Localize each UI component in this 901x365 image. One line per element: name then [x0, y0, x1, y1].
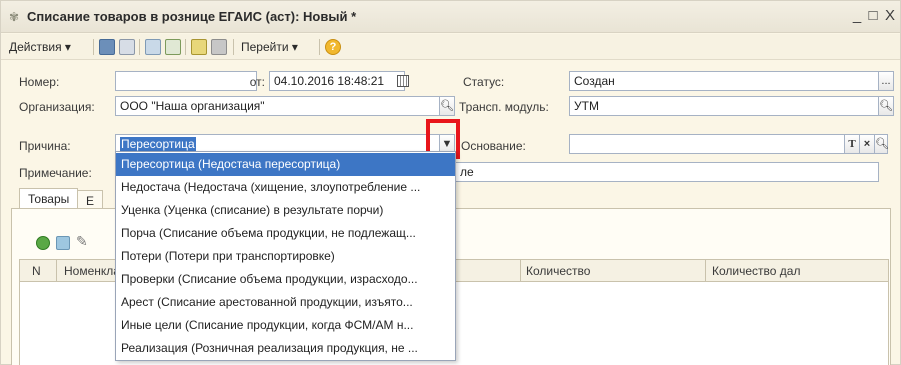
actions-label: Действия — [9, 40, 62, 54]
dropdown-option[interactable]: Арест (Списание арестованной продукции, … — [116, 291, 455, 314]
column-divider — [56, 260, 57, 282]
dropdown-option[interactable]: Недостача (Недостача (хищение, злоупотре… — [116, 176, 455, 199]
goto-menu[interactable]: Перейти ▾ — [241, 38, 298, 56]
chevron-down-icon: ▾ — [291, 40, 298, 54]
status-select-button[interactable]: ... — [878, 71, 894, 91]
transport-module-field[interactable]: УТМ — [569, 96, 879, 116]
edit-row-icon[interactable]: ✎ — [76, 233, 88, 250]
dropdown-option[interactable]: Проверки (Списание объема продукции, изр… — [116, 268, 455, 291]
organization-label: Организация: — [19, 100, 95, 114]
search-icon: 🔍︎ — [879, 100, 893, 112]
goto-label: Перейти — [241, 40, 289, 54]
date-from-label: от: — [249, 75, 265, 89]
new-document-icon[interactable] — [165, 39, 181, 55]
column-header-quantity-dal[interactable]: Количество дал — [712, 260, 800, 282]
date-field[interactable]: 04.10.2016 18:48:21 — [269, 71, 405, 91]
dropdown-option[interactable]: Иные цели (Списание продукции, когда ФСМ… — [116, 314, 455, 337]
column-divider — [705, 260, 706, 282]
status-field[interactable]: Создан — [569, 71, 879, 91]
basis-clear-button[interactable]: × — [859, 134, 875, 154]
toolbar-divider — [233, 39, 234, 55]
column-header-quantity[interactable]: Количество — [526, 260, 590, 282]
column-divider — [520, 260, 521, 282]
transport-search-button[interactable]: 🔍︎ — [878, 96, 894, 116]
toolbar-divider — [93, 39, 94, 55]
basis-type-button[interactable]: T — [844, 134, 860, 154]
number-field[interactable] — [115, 71, 257, 91]
column-header-n[interactable]: N — [32, 260, 41, 282]
search-icon: 🔍︎ — [440, 100, 454, 112]
status-label: Статус: — [463, 75, 505, 89]
minimize-button[interactable]: _ — [849, 7, 865, 25]
save-icon[interactable] — [99, 39, 115, 55]
note-label: Примечание: — [19, 166, 92, 180]
dropdown-option[interactable]: Пересортица (Недостача пересортица) — [116, 153, 455, 176]
copy-row-icon[interactable] — [56, 236, 70, 250]
dropdown-option[interactable]: Потери (Потери при транспортировке) — [116, 245, 455, 268]
toolbar-divider — [319, 39, 320, 55]
reason-label: Причина: — [19, 139, 71, 153]
help-icon[interactable]: ? — [325, 39, 341, 55]
dropdown-option[interactable]: Реализация (Розничная реализация продукц… — [116, 337, 455, 360]
add-row-icon[interactable] — [36, 236, 50, 250]
document-icon: ✾ — [9, 10, 20, 24]
maximize-button[interactable]: □ — [865, 7, 881, 25]
document-window: ✾ Списание товаров в рознице ЕГАИС (аст)… — [0, 0, 901, 365]
structure-icon[interactable] — [191, 39, 207, 55]
window-title: Списание товаров в рознице ЕГАИС (аст): … — [27, 9, 357, 24]
chevron-down-icon: ▾ — [64, 40, 71, 54]
number-label: Номер: — [19, 75, 60, 89]
toolbar-divider — [185, 39, 186, 55]
close-button[interactable]: X — [882, 7, 898, 25]
note-value-visible: ле — [460, 165, 474, 179]
basis-search-button[interactable]: 🔍︎ — [874, 134, 889, 154]
organization-field[interactable]: ООО "Наша организация" — [115, 96, 440, 116]
copy-icon[interactable] — [145, 39, 161, 55]
dropdown-option[interactable]: Порча (Списание объема продукции, не под… — [116, 222, 455, 245]
basis-field[interactable] — [569, 134, 845, 154]
print-icon[interactable] — [211, 39, 227, 55]
calendar-icon[interactable] — [397, 75, 409, 87]
tab-goods[interactable]: Товары — [19, 188, 79, 210]
toolbar: Действия ▾ Перейти ▾ ? — [1, 34, 900, 60]
basis-label: Основание: — [461, 139, 526, 153]
post-icon[interactable] — [119, 39, 135, 55]
actions-menu[interactable]: Действия ▾ — [9, 38, 71, 56]
organization-search-button[interactable]: 🔍︎ — [439, 96, 455, 116]
reason-dropdown-list: Пересортица (Недостача пересортица) Недо… — [115, 151, 456, 361]
title-bar: ✾ Списание товаров в рознице ЕГАИС (аст)… — [1, 1, 900, 33]
reason-selected-value: Пересортица — [120, 137, 196, 151]
toolbar-divider — [139, 39, 140, 55]
dropdown-option[interactable]: Уценка (Уценка (списание) в результате п… — [116, 199, 455, 222]
transport-module-label: Трансп. модуль: — [459, 100, 549, 114]
search-icon: 🔍︎ — [875, 138, 889, 150]
